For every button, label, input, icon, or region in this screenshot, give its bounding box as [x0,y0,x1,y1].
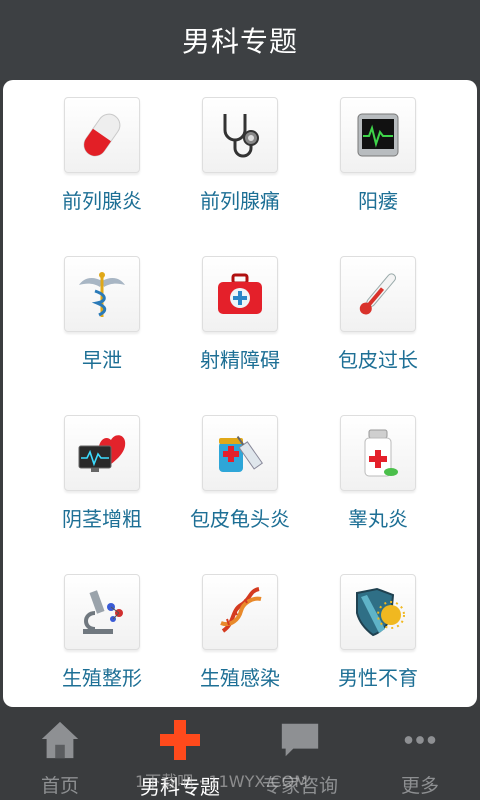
tab-label: 更多 [400,775,439,797]
tab-home[interactable]: 首页 [0,707,120,800]
topic-ejaculation-disorder[interactable]: 射精障碍 [171,256,309,415]
topic-penis-enlargement[interactable]: 阴茎增粗 [33,415,171,574]
heart-monitor-icon [340,97,416,173]
title-bar: 男科专题 [0,0,480,80]
topic-label: 男性不育 [338,666,418,690]
page-title: 男科专题 [181,25,298,58]
microscope-icon [64,574,140,650]
topic-label: 生殖感染 [200,666,280,690]
topic-grid: 前列腺炎 前列腺痛 阳痿 早泄 射精障碍 包皮过长 阴茎增粗 包皮龟头炎 睾丸炎… [3,97,480,733]
topic-orchitis[interactable]: 睾丸炎 [309,415,447,574]
topic-label: 阳痿 [358,189,398,213]
capsule-icon [64,97,140,173]
topic-label: 射精障碍 [200,348,280,372]
bottom-tab-bar: 首页 男科专题 专家咨询 更多 1下载吧 · 11WYX.COM [0,707,480,800]
topic-label: 生殖整形 [62,666,142,690]
tab-more[interactable]: 更多 [360,707,480,800]
more-dots-icon [397,717,443,763]
heart-ecg-icon [64,415,140,491]
topic-label: 阴茎增粗 [62,507,142,531]
tab-label: 首页 [40,775,79,797]
topic-premature-ejaculation[interactable]: 早泄 [33,256,171,415]
topic-balanoposthitis[interactable]: 包皮龟头炎 [171,415,309,574]
topic-label: 前列腺炎 [62,189,142,213]
topic-prostate-pain[interactable]: 前列腺痛 [171,97,309,256]
topic-impotence[interactable]: 阳痿 [309,97,447,256]
first-aid-kit-icon [202,256,278,332]
topic-label: 包皮龟头炎 [190,507,290,531]
topic-prostatitis[interactable]: 前列腺炎 [33,97,171,256]
topic-redundant-foreskin[interactable]: 包皮过长 [309,256,447,415]
topic-label: 前列腺痛 [200,189,280,213]
home-icon [37,717,83,763]
chat-bubble-icon [277,717,323,763]
medicine-bottle-icon [340,415,416,491]
syringe-vial-icon [202,415,278,491]
virus-shield-icon [340,574,416,650]
topic-panel: 前列腺炎 前列腺痛 阳痿 早泄 射精障碍 包皮过长 阴茎增粗 包皮龟头炎 睾丸炎… [3,80,477,707]
thermometer-icon [340,256,416,332]
stethoscope-icon [202,97,278,173]
topic-label: 包皮过长 [338,348,418,372]
topic-label: 睾丸炎 [348,507,408,531]
caduceus-icon [64,256,140,332]
dna-icon [202,574,278,650]
red-cross-icon [157,717,203,763]
topic-label: 早泄 [82,348,122,372]
watermark: 1下载吧 · 11WYX.COM [135,772,309,791]
